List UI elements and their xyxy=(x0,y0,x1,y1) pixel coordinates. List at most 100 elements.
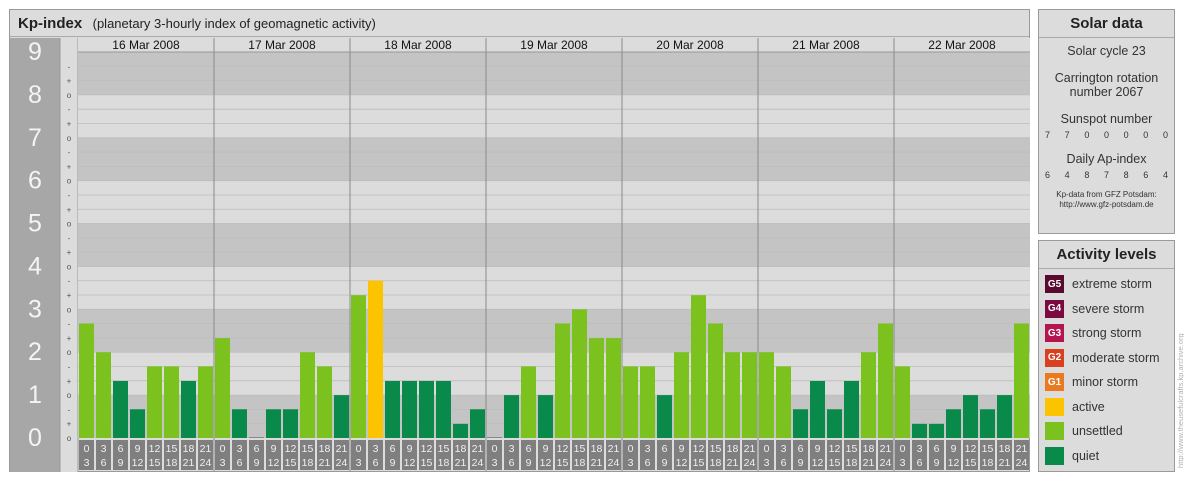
time-start-label: 15 xyxy=(438,443,450,455)
kp-bar xyxy=(419,380,434,438)
y-tick-label: 3 xyxy=(28,295,42,323)
time-end-label: 24 xyxy=(1016,457,1028,469)
minor-tick-label: o xyxy=(67,177,72,186)
time-start-label: 21 xyxy=(1016,443,1028,455)
kp-bar xyxy=(810,380,825,438)
time-start-label: 12 xyxy=(693,443,705,455)
time-start-label: 21 xyxy=(336,443,348,455)
time-start-label: 3 xyxy=(781,443,787,455)
time-start-label: 12 xyxy=(829,443,841,455)
kp-bar xyxy=(249,437,264,438)
time-start-label: 21 xyxy=(608,443,620,455)
legend-swatch: G1 xyxy=(1045,373,1064,392)
legend-swatch: G2 xyxy=(1045,348,1064,367)
time-end-label: 12 xyxy=(812,457,824,469)
sunspot-value: 7 xyxy=(1064,130,1070,140)
time-end-label: 12 xyxy=(404,457,416,469)
chart-title: Kp-index xyxy=(18,15,83,32)
grid-band xyxy=(78,180,1030,224)
time-end-label: 9 xyxy=(662,457,668,469)
time-start-label: 0 xyxy=(900,443,906,455)
kp-bar xyxy=(402,380,417,438)
legend-item-quiet: quiet xyxy=(1039,444,1174,469)
time-start-label: 18 xyxy=(183,443,195,455)
time-start-label: 18 xyxy=(727,443,739,455)
kp-chart-panel: Kp-index (planetary 3-hourly index of ge… xyxy=(9,9,1030,472)
kp-bar xyxy=(164,366,179,438)
minor-tick-label: o xyxy=(67,220,72,229)
kp-bar xyxy=(147,366,162,438)
time-end-label: 15 xyxy=(421,457,433,469)
kp-bar xyxy=(266,409,281,438)
kp-bar xyxy=(606,338,621,438)
time-end-label: 3 xyxy=(900,457,906,469)
kp-bar xyxy=(640,366,655,438)
kp-bar xyxy=(657,395,672,438)
time-end-label: 9 xyxy=(526,457,532,469)
kp-bar xyxy=(1014,323,1029,438)
legend-label: extreme storm xyxy=(1072,277,1152,292)
time-end-label: 15 xyxy=(557,457,569,469)
time-start-label: 0 xyxy=(84,443,90,455)
source-credit: Kp-data from GFZ Potsdam: xyxy=(1056,190,1157,199)
time-start-label: 0 xyxy=(764,443,770,455)
sunspot-values: 7 7 0 0 0 0 0 xyxy=(1039,130,1174,140)
day-label: 21 Mar 2008 xyxy=(792,38,860,52)
kp-bar xyxy=(436,380,451,438)
kp-bar xyxy=(997,395,1012,438)
time-start-label: 3 xyxy=(101,443,107,455)
time-end-label: 21 xyxy=(455,457,467,469)
legend-label: strong storm xyxy=(1072,326,1142,341)
time-end-label: 18 xyxy=(438,457,450,469)
time-start-label: 15 xyxy=(982,443,994,455)
minor-tick-label: o xyxy=(67,305,72,314)
time-start-label: 12 xyxy=(965,443,977,455)
grid-band xyxy=(78,137,1030,181)
kp-bar xyxy=(504,395,519,438)
time-end-label: 21 xyxy=(727,457,739,469)
time-end-label: 24 xyxy=(608,457,620,469)
activity-levels-title: Activity levels xyxy=(1039,241,1174,269)
time-start-label: 21 xyxy=(472,443,484,455)
time-end-label: 21 xyxy=(863,457,875,469)
time-start-label: 9 xyxy=(815,443,821,455)
minor-tick-label: + xyxy=(67,377,72,386)
time-start-label: 6 xyxy=(390,443,396,455)
kp-bar xyxy=(198,366,213,438)
kp-bar xyxy=(487,437,502,438)
time-start-label: 9 xyxy=(135,443,141,455)
day-label: 16 Mar 2008 xyxy=(112,38,180,52)
time-end-label: 15 xyxy=(829,457,841,469)
time-end-label: 18 xyxy=(846,457,858,469)
kp-bar xyxy=(878,323,893,438)
kp-bar xyxy=(827,409,842,438)
source-url: http://www.gfz-potsdam.de xyxy=(1059,200,1154,209)
time-start-label: 12 xyxy=(149,443,161,455)
time-end-label: 9 xyxy=(798,457,804,469)
time-start-label: 9 xyxy=(679,443,685,455)
time-end-label: 21 xyxy=(183,457,195,469)
time-end-label: 18 xyxy=(166,457,178,469)
kp-bar xyxy=(232,409,247,438)
time-end-label: 15 xyxy=(285,457,297,469)
kp-bar xyxy=(521,366,536,438)
minor-tick-label: o xyxy=(67,134,72,143)
time-end-label: 3 xyxy=(764,457,770,469)
time-end-label: 18 xyxy=(302,457,314,469)
kp-bar xyxy=(79,323,94,438)
kp-bar xyxy=(674,352,689,438)
minor-tick-label: - xyxy=(68,148,71,157)
time-start-label: 3 xyxy=(237,443,243,455)
time-end-label: 3 xyxy=(356,457,362,469)
time-start-label: 12 xyxy=(557,443,569,455)
minor-tick-label: + xyxy=(67,291,72,300)
kp-bar xyxy=(980,409,995,438)
legend-item-g2: G2 moderate storm xyxy=(1039,346,1174,371)
time-end-label: 9 xyxy=(390,457,396,469)
y-tick-label: 5 xyxy=(28,210,42,238)
kp-bar xyxy=(776,366,791,438)
chart-subtitle: (planetary 3-hourly index of geomagnetic… xyxy=(92,16,376,31)
time-end-label: 6 xyxy=(509,457,515,469)
minor-tick-label: + xyxy=(67,420,72,429)
minor-tick-label: + xyxy=(67,119,72,128)
